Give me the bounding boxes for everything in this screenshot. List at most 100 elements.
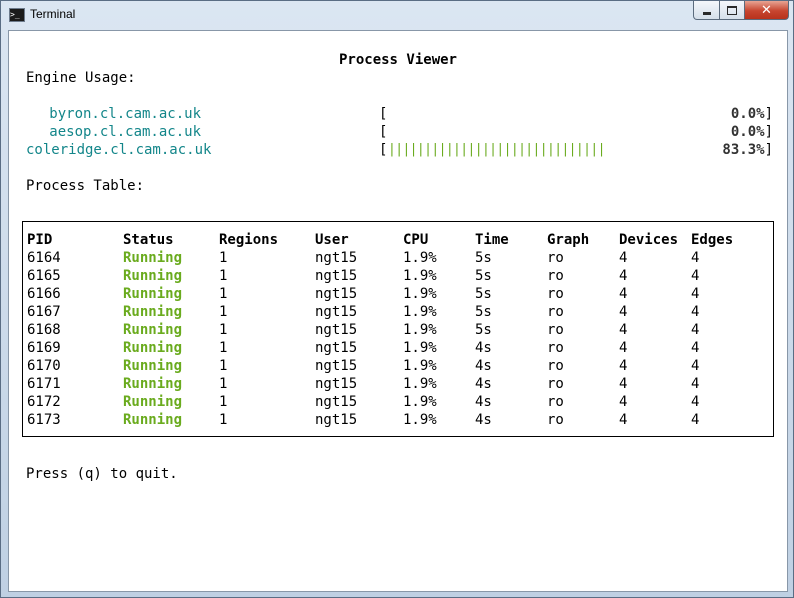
cell-regions: 1 (219, 394, 228, 410)
cell-graph: ro (547, 286, 564, 302)
cell-edges: 4 (691, 340, 700, 356)
cell-pid: 6171 (27, 376, 61, 392)
cell-status: Running (123, 340, 183, 356)
cell-devices: 4 (619, 250, 628, 266)
table-row: 6165 Running 1 ngt15 1.9% 5s ro 4 4 (27, 267, 767, 285)
page-title: Process Viewer (338, 52, 457, 68)
cell-pid: 6170 (27, 358, 61, 374)
column-header-time: Time (475, 232, 509, 248)
column-header-graph: Graph (547, 232, 590, 248)
cell-status: Running (123, 322, 183, 338)
cell-graph: ro (547, 376, 564, 392)
cell-edges: 4 (691, 394, 700, 410)
cell-time: 4s (475, 412, 492, 428)
cell-devices: 4 (619, 394, 628, 410)
cell-edges: 4 (691, 286, 700, 302)
cell-time: 4s (475, 358, 492, 374)
window-controls: ✕ (693, 1, 789, 21)
cell-pid: 6173 (27, 412, 61, 428)
cell-edges: 4 (691, 304, 700, 320)
table-row: 6168 Running 1 ngt15 1.9% 5s ro 4 4 (27, 321, 767, 339)
cell-devices: 4 (619, 268, 628, 284)
cell-cpu: 1.9% (403, 358, 437, 374)
cell-user: ngt15 (315, 268, 358, 284)
engine-usage-percent: 0.0%] (730, 106, 773, 122)
cell-edges: 4 (691, 268, 700, 284)
cell-cpu: 1.9% (403, 286, 437, 302)
cell-status: Running (123, 412, 183, 428)
cell-pid: 6164 (27, 250, 61, 266)
cell-graph: ro (547, 322, 564, 338)
cell-devices: 4 (619, 358, 628, 374)
cell-graph: ro (547, 394, 564, 410)
cell-user: ngt15 (315, 340, 358, 356)
cell-graph: ro (547, 358, 564, 374)
cell-time: 5s (475, 268, 492, 284)
cell-status: Running (123, 268, 183, 284)
cell-graph: ro (547, 340, 564, 356)
cell-user: ngt15 (315, 250, 358, 266)
cell-user: ngt15 (315, 286, 358, 302)
table-row: 6166 Running 1 ngt15 1.9% 5s ro 4 4 (27, 285, 767, 303)
minimize-button[interactable] (693, 1, 720, 20)
cell-status: Running (123, 250, 183, 266)
cell-regions: 1 (219, 322, 228, 338)
table-row: 6171 Running 1 ngt15 1.9% 4s ro 4 4 (27, 375, 767, 393)
cell-edges: 4 (691, 412, 700, 428)
cell-regions: 1 (219, 268, 228, 284)
cell-cpu: 1.9% (403, 304, 437, 320)
process-table-label: Process Table: (26, 178, 145, 194)
terminal-window: >_ Terminal ✕ Process Viewer Engine Usag… (0, 0, 794, 598)
cell-user: ngt15 (315, 322, 358, 338)
table-header-row: PID Status Regions User CPU Time Graph D… (27, 231, 767, 249)
cell-status: Running (123, 358, 183, 374)
close-icon: ✕ (761, 2, 772, 18)
cell-regions: 1 (219, 286, 228, 302)
cell-regions: 1 (219, 250, 228, 266)
cell-time: 4s (475, 394, 492, 410)
cell-pid: 6168 (27, 322, 61, 338)
terminal-icon: >_ (9, 8, 25, 22)
cell-status: Running (123, 304, 183, 320)
cell-user: ngt15 (315, 394, 358, 410)
cell-regions: 1 (219, 304, 228, 320)
cell-devices: 4 (619, 376, 628, 392)
cell-regions: 1 (219, 376, 228, 392)
engine-host: aesop.cl.cam.ac.uk (49, 124, 201, 140)
engine-usage-percent: 83.3%] (722, 142, 773, 158)
quit-hint: Press (q) to quit. (26, 466, 178, 482)
cell-pid: 6166 (27, 286, 61, 302)
cell-edges: 4 (691, 250, 700, 266)
cell-status: Running (123, 376, 183, 392)
cell-cpu: 1.9% (403, 412, 437, 428)
column-header-edges: Edges (691, 232, 734, 248)
cell-user: ngt15 (315, 412, 358, 428)
cell-graph: ro (547, 412, 564, 428)
cell-devices: 4 (619, 340, 628, 356)
engine-usage-bar: |||||||||||||||||||||||||||||| (388, 142, 605, 157)
maximize-icon (727, 5, 737, 15)
cell-pid: 6165 (27, 268, 61, 284)
close-button[interactable]: ✕ (745, 1, 789, 20)
cell-pid: 6167 (27, 304, 61, 320)
cell-user: ngt15 (315, 304, 358, 320)
cell-user: ngt15 (315, 358, 358, 374)
bar-bracket-open: [ (379, 142, 388, 158)
cell-time: 5s (475, 304, 492, 320)
table-row: 6173 Running 1 ngt15 1.9% 4s ro 4 4 (27, 411, 767, 429)
title-bar[interactable]: >_ Terminal ✕ (1, 1, 793, 29)
terminal-screen[interactable]: Process Viewer Engine Usage: byron.cl.ca… (8, 30, 788, 592)
cell-pid: 6172 (27, 394, 61, 410)
engine-host: coleridge.cl.cam.ac.uk (26, 142, 212, 158)
maximize-button[interactable] (720, 1, 745, 20)
table-row: 6164 Running 1 ngt15 1.9% 5s ro 4 4 (27, 249, 767, 267)
column-header-pid: PID (27, 232, 53, 248)
cell-time: 5s (475, 250, 492, 266)
table-row: 6167 Running 1 ngt15 1.9% 5s ro 4 4 (27, 303, 767, 321)
cell-regions: 1 (219, 340, 228, 356)
column-header-status: Status (123, 232, 174, 248)
process-table: PID Status Regions User CPU Time Graph D… (22, 221, 774, 437)
bar-bracket-open: [ (379, 106, 388, 122)
column-header-regions: Regions (219, 232, 279, 248)
bar-bracket-open: [ (379, 124, 388, 140)
